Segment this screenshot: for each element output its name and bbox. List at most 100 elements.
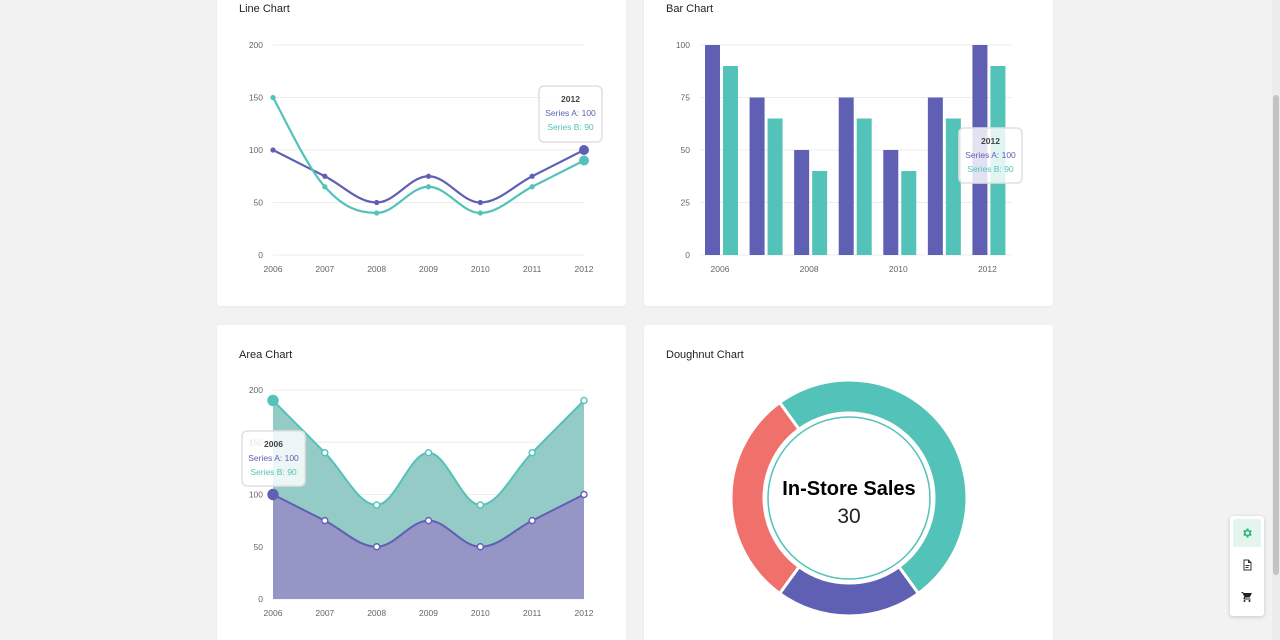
line-point — [425, 184, 432, 190]
area-tooltip: 2006 Series A: 100 Series B: 90 — [241, 430, 306, 487]
line-chart-card: Line Chart 0 50 100 150 200 2006 2007 2008 2009 2… — [217, 0, 626, 306]
bar-chart-card: Bar Chart 0 25 50 75 100 2006 2008 2010 2012 2012… — [644, 0, 1053, 306]
bar-chart-svg[interactable]: 0 25 50 75 100 2006 2008 2010 2012 2012 Series A: … — [644, 0, 1053, 306]
area-x-tick-label: 2009 — [419, 608, 438, 618]
line-y-tick-label: 50 — [254, 198, 264, 208]
bar-b — [723, 66, 738, 255]
area-x-tick-label: 2008 — [367, 608, 386, 618]
line-point — [322, 184, 328, 190]
line-x-tick-label: 2007 — [315, 264, 334, 274]
line-series-b — [272, 96, 585, 215]
line-point — [322, 173, 328, 179]
line-tooltip: 2012 Series A: 100 Series B: 90 — [538, 85, 603, 143]
bar-y-tick-label: 100 — [676, 40, 690, 50]
line-point — [477, 210, 483, 216]
area-x-tick-label: 2006 — [264, 608, 283, 618]
area-x-tick-label: 2007 — [315, 608, 334, 618]
doughnut-chart-svg[interactable]: In-Store Sales 30 — [644, 325, 1053, 640]
area-tooltip-series-a: Series A: 100 — [248, 453, 299, 463]
bar-tooltip: 2012 Series A: 100 Series B: 90 — [958, 127, 1023, 184]
area-x-tick-label: 2010 — [471, 608, 490, 618]
area-point-b — [424, 448, 433, 457]
bar-b — [856, 118, 872, 255]
area-point-b — [476, 501, 485, 509]
bar-tooltip-series-b: Series B: 90 — [967, 164, 1014, 174]
area-x-tick-label: 2011 — [523, 608, 542, 618]
bar-y-tick-label: 25 — [681, 198, 691, 208]
floating-action-panel — [1230, 516, 1264, 616]
line-x-tick-label: 2009 — [419, 264, 438, 274]
bar-y-tick-label: 50 — [681, 145, 691, 155]
area-y-tick-label: 200 — [249, 385, 263, 395]
settings-button[interactable] — [1233, 519, 1261, 547]
area-y-tick-label: 100 — [249, 490, 263, 500]
area-y-tick-label: 50 — [254, 542, 264, 552]
line-y-tick-label: 150 — [249, 93, 263, 103]
bar-a — [705, 45, 720, 255]
bar-a — [749, 97, 765, 255]
area-tooltip-series-b: Series B: 90 — [250, 467, 297, 477]
bar-tooltip-series-a: Series A: 100 — [965, 150, 1016, 160]
area-point-a — [580, 490, 588, 499]
bar-b — [901, 171, 917, 255]
area-x-tick-label: 2012 — [575, 608, 594, 618]
line-point — [425, 173, 432, 179]
bar-y-tick-label: 0 — [685, 250, 690, 260]
area-point-a — [424, 516, 433, 525]
line-point — [579, 145, 589, 155]
area-chart-svg[interactable]: 0501001502002006200720082009201020112012… — [217, 325, 626, 640]
doughnut-chart-card: Doughnut Chart In-Store Sales 30 — [644, 325, 1053, 640]
line-chart-svg[interactable]: 0 50 100 150 200 2006 2007 2008 2009 2010 2011 2012… — [217, 0, 626, 306]
area-point-b — [372, 501, 381, 509]
line-x-tick-label: 2008 — [367, 264, 386, 274]
area-point-a — [372, 543, 381, 551]
doughnut-center-label: In-Store Sales — [782, 478, 915, 500]
bar-x-tick-label: 2006 — [711, 264, 730, 274]
line-x-tick-label: 2012 — [575, 264, 594, 274]
doughnut-segment — [777, 564, 921, 618]
bar-a — [838, 97, 854, 255]
bar-x-tick-label: 2010 — [889, 264, 908, 274]
line-point — [529, 184, 535, 190]
area-point-a — [321, 516, 329, 525]
line-tooltip-series-b: Series B: 90 — [547, 122, 594, 132]
bar-y-tick-label: 75 — [681, 93, 691, 103]
line-point — [579, 155, 589, 166]
line-point — [374, 210, 380, 216]
area-point-b — [528, 448, 536, 457]
bar-x-tick-label: 2008 — [800, 264, 819, 274]
area-tooltip-title: 2006 — [264, 439, 283, 449]
bar-a — [794, 150, 810, 255]
document-icon — [1243, 559, 1251, 571]
bar-tooltip-title: 2012 — [981, 136, 1000, 146]
line-point — [270, 147, 276, 153]
line-y-tick-label: 200 — [249, 40, 263, 50]
line-y-tick-label: 100 — [249, 145, 263, 155]
area-point-a — [476, 543, 485, 551]
bar-b — [767, 118, 783, 255]
line-tooltip-title: 2012 — [561, 94, 580, 104]
document-button[interactable] — [1233, 551, 1261, 579]
area-chart-card: Area Chart 05010015020020062007200820092… — [217, 325, 626, 640]
bar-a — [883, 150, 899, 255]
line-y-tick-label: 0 — [258, 250, 263, 260]
gear-icon — [1243, 528, 1252, 538]
scrollbar-thumb[interactable] — [1273, 95, 1279, 575]
cart-icon — [1241, 592, 1252, 602]
doughnut-center-value: 30 — [837, 505, 860, 528]
line-point — [374, 199, 380, 206]
line-x-tick-label: 2010 — [471, 264, 490, 274]
line-point — [270, 94, 276, 101]
line-point — [529, 173, 535, 179]
area-point-b — [321, 448, 329, 457]
area-point-a — [267, 488, 279, 501]
bar-a — [927, 97, 943, 255]
bar-b — [812, 171, 828, 255]
bar-x-tick-label: 2012 — [978, 264, 997, 274]
line-tooltip-series-a: Series A: 100 — [545, 108, 596, 118]
area-point-b — [267, 394, 279, 407]
line-x-tick-label: 2011 — [523, 264, 542, 274]
cart-button[interactable] — [1233, 583, 1261, 611]
area-point-a — [528, 516, 536, 525]
page-scrollbar[interactable] — [1272, 0, 1280, 640]
